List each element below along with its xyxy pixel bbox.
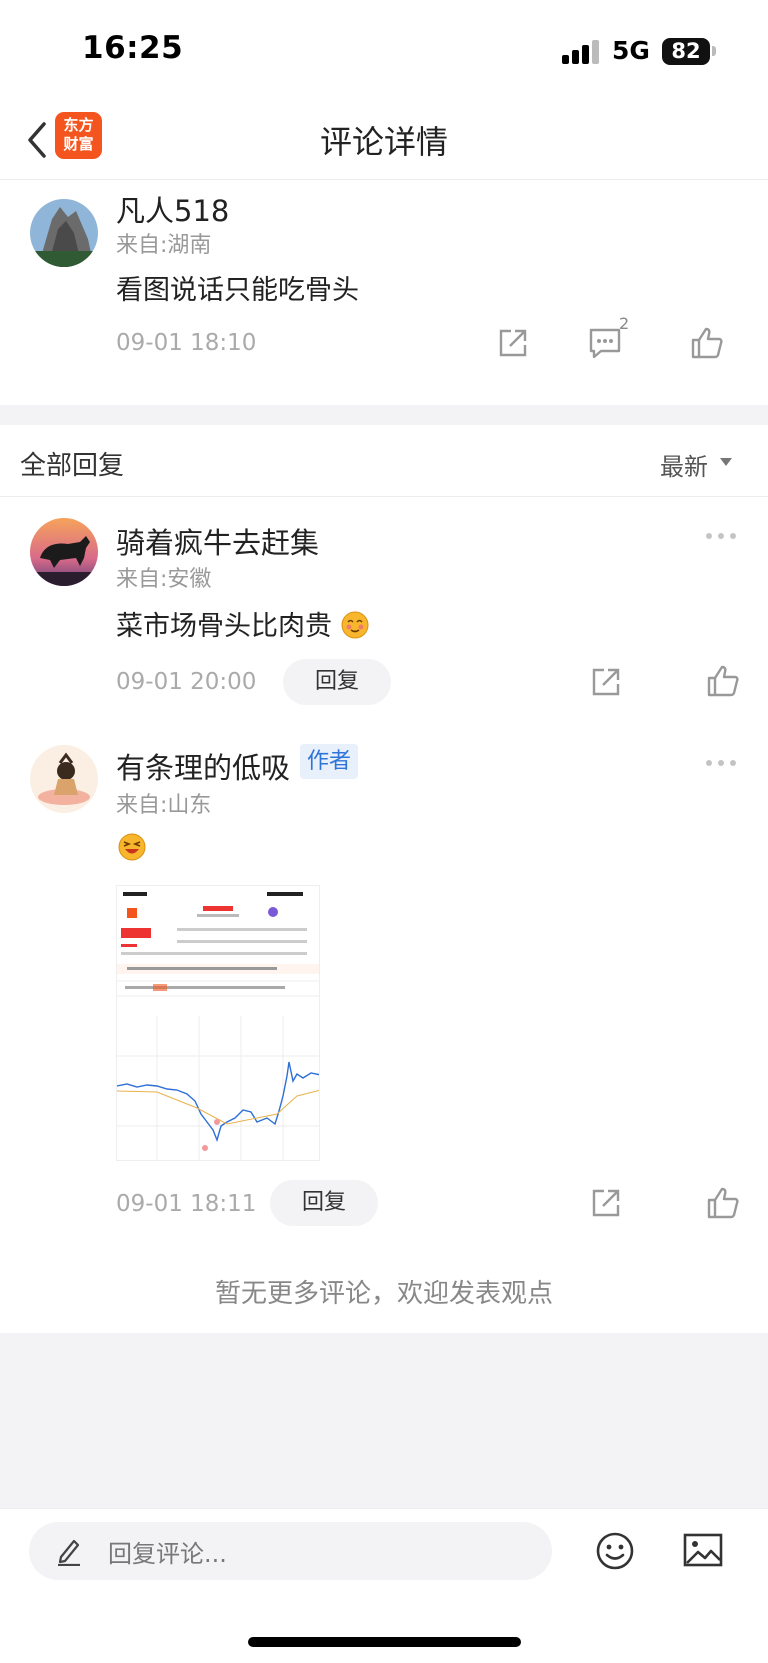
attached-stock-screenshot[interactable] xyxy=(116,885,320,1161)
status-time: 16:25 xyxy=(82,30,184,66)
reply-button[interactable]: 回复 xyxy=(270,1180,378,1226)
comment-text: 看图说话只能吃骨头 xyxy=(116,275,359,306)
emoji-icon[interactable] xyxy=(595,1531,635,1571)
location: 来自:湖南 xyxy=(116,233,212,258)
username[interactable]: 凡人518 xyxy=(116,188,229,230)
username[interactable]: 有条理的低吸 xyxy=(116,745,290,787)
avatar[interactable] xyxy=(30,199,98,267)
replies-header: 全部回复 最新 xyxy=(0,425,768,497)
share-icon[interactable] xyxy=(497,327,529,359)
network-label: 5G xyxy=(612,36,650,65)
home-indicator xyxy=(248,1637,521,1647)
laughing-emoji-icon xyxy=(118,833,146,861)
author-badge: 作者 xyxy=(300,744,359,779)
more-icon[interactable] xyxy=(706,533,736,541)
battery-tip xyxy=(712,46,716,56)
share-icon[interactable] xyxy=(590,1187,622,1219)
reply-count-badge: 2 xyxy=(619,314,630,333)
avatar[interactable] xyxy=(30,745,98,813)
caret-down-icon[interactable] xyxy=(720,458,732,466)
more-icon[interactable] xyxy=(706,760,736,768)
page-title: 评论详情 xyxy=(319,123,448,161)
section-divider xyxy=(0,405,768,425)
image-icon[interactable] xyxy=(683,1533,723,1567)
reply-time: 09-01 18:11 xyxy=(116,1191,257,1217)
pen-icon xyxy=(58,1539,80,1566)
comment-time: 09-01 18:10 xyxy=(116,330,257,356)
avatar[interactable] xyxy=(30,518,98,586)
signal-icon xyxy=(562,40,600,64)
main-comment: 凡人518 来自:湖南 看图说话只能吃骨头 09-01 18:10 2 xyxy=(0,181,768,405)
no-more-comments: 暂无更多评论，欢迎发表观点 xyxy=(214,1279,553,1309)
comment-placeholder[interactable]: 回复评论... xyxy=(108,1534,227,1569)
like-icon[interactable] xyxy=(706,1187,740,1219)
status-bar: 16:25 5G 82 xyxy=(0,0,768,100)
empty-area xyxy=(0,1333,768,1508)
reply-button[interactable]: 回复 xyxy=(283,659,391,705)
like-icon[interactable] xyxy=(690,327,724,359)
sort-dropdown[interactable]: 最新 xyxy=(660,447,708,482)
location: 来自:山东 xyxy=(116,793,212,818)
reply-time: 09-01 20:00 xyxy=(116,669,257,695)
battery-icon: 82 xyxy=(662,38,710,65)
blush-emoji-icon xyxy=(341,611,369,639)
replies-title: 全部回复 xyxy=(20,451,125,481)
reply-content: 菜市场骨头比肉贵 xyxy=(116,604,369,642)
username[interactable]: 骑着疯牛去赶集 xyxy=(116,520,319,562)
share-icon[interactable] xyxy=(590,666,622,698)
comment-icon[interactable] xyxy=(588,327,622,359)
location: 来自:安徽 xyxy=(116,567,212,592)
like-icon[interactable] xyxy=(706,665,740,697)
reply-text: 菜市场骨头比肉贵 xyxy=(116,611,332,642)
